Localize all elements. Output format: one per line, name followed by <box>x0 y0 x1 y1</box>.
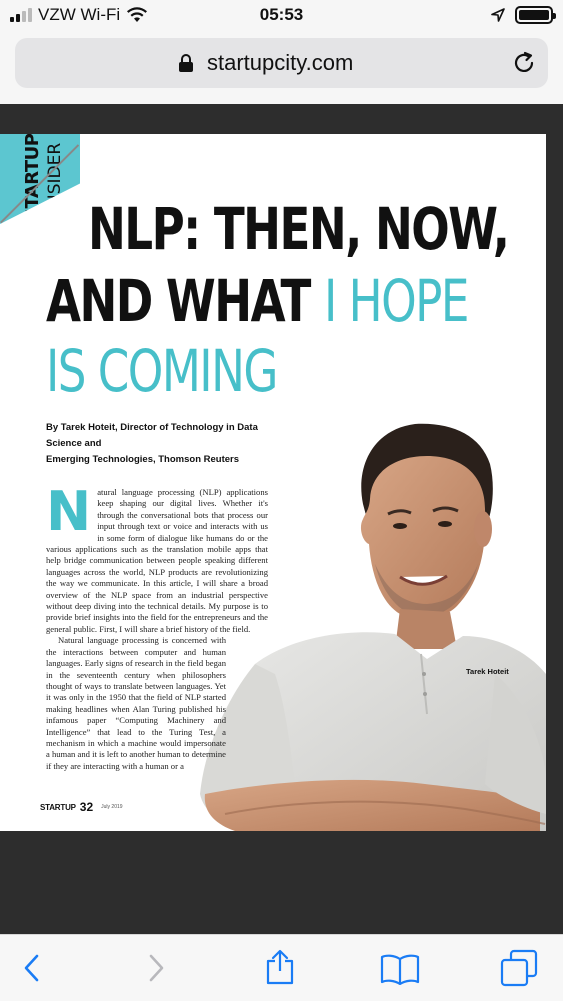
page-number: 32 <box>79 800 94 814</box>
url-text[interactable]: startupcity.com <box>207 50 353 76</box>
drop-cap: N <box>46 480 92 543</box>
battery-icon <box>515 6 556 24</box>
article-body: N atural language processing (NLP) appli… <box>46 480 268 772</box>
headline-line-1: NLP: THEN, NOW, <box>88 195 510 263</box>
content-viewer[interactable]: STARTUP INSIDER NLP: THEN, NOW, AND WHAT… <box>0 104 563 934</box>
bookmarks-icon[interactable] <box>380 953 420 985</box>
tabs-icon[interactable] <box>500 949 538 987</box>
paragraph-2: Natural language processing is concerned… <box>46 635 226 771</box>
page-footer: STARTUP 32 July 2019 <box>40 800 123 814</box>
share-icon[interactable] <box>264 949 296 985</box>
browser-toolbar <box>0 934 563 1001</box>
footer-date: July 2019 <box>101 804 123 810</box>
magazine-page: STARTUP INSIDER NLP: THEN, NOW, AND WHAT… <box>0 134 546 831</box>
back-icon[interactable] <box>22 953 42 983</box>
footer-brand: STARTUP <box>40 802 76 812</box>
forward-icon[interactable] <box>146 953 166 983</box>
location-arrow-icon <box>491 8 505 22</box>
lock-icon <box>179 54 193 72</box>
browser-header: startupcity.com <box>0 32 563 104</box>
reload-icon[interactable] <box>512 51 536 75</box>
section-tag-sublabel: INSIDER <box>45 142 65 212</box>
address-bar[interactable]: startupcity.com <box>15 38 548 88</box>
status-bar: VZW Wi-Fi 05:53 <box>0 0 563 32</box>
clock: 05:53 <box>259 5 304 24</box>
photo-caption: Tarek Hoteit <box>466 667 509 676</box>
section-tag-label: STARTUP <box>22 134 43 221</box>
